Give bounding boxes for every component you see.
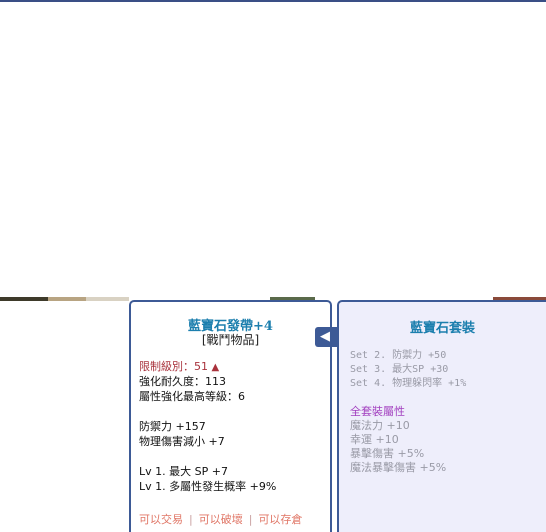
top-border — [0, 0, 546, 2]
set-title: 藍寶石套裝 — [409, 321, 475, 336]
attribute-max-level: 屬性強化最高等級：6 — [139, 390, 245, 403]
item-type: [戰鬥物品] — [201, 333, 260, 347]
set-bonus-3: Set 3. 最大SP +30 — [350, 364, 449, 375]
set-panel-toggle[interactable]: ◀ — [315, 327, 337, 347]
full-set-magic-crit-damage: 魔法暴擊傷害 +5% — [350, 461, 447, 474]
level-bonus-sp: Lv 1. 最大 SP +7 — [139, 465, 228, 478]
separator: | — [248, 513, 253, 526]
full-set-label: 全套裝屬性 — [350, 405, 405, 418]
full-set-magic: 魔法力 +10 — [350, 419, 410, 432]
item-tooltip: 藍寶石發帶+4 [戰鬥物品] 限制級別：51 ▲ 強化耐久度：113 屬性強化最… — [129, 300, 332, 532]
full-set-crit-damage: 暴擊傷害 +5% — [350, 447, 425, 460]
physical-damage-reduction: 物理傷害減小 +7 — [139, 435, 225, 448]
warning-triangle-icon: ▲ — [211, 362, 220, 373]
breakable-label: 可以破壞 — [198, 513, 243, 526]
defense-stat: 防禦力 +157 — [139, 420, 206, 433]
full-set-luck: 幸運 +10 — [350, 433, 399, 446]
item-flags: 可以交易 | 可以破壞 | 可以存倉 — [139, 511, 302, 527]
chevron-left-icon: ◀ — [320, 329, 330, 344]
durability: 強化耐久度：113 — [139, 375, 226, 388]
limit-level-row: 限制級別：51 ▲ — [139, 360, 219, 375]
level-bonus-multi-attr: Lv 1. 多屬性發生概率 +9% — [139, 480, 277, 493]
set-info-panel: 藍寶石套裝 Set 2. 防禦力 +50 Set 3. 最大SP +30 Set… — [337, 300, 546, 532]
tradable-label: 可以交易 — [139, 513, 183, 526]
limit-level: 限制級別：51 — [139, 360, 208, 373]
set-bonus-2: Set 2. 防禦力 +50 — [350, 350, 447, 361]
separator: | — [189, 513, 193, 526]
storable-label: 可以存倉 — [258, 513, 303, 526]
set-bonus-4: Set 4. 物理躲閃率 +1% — [350, 378, 467, 389]
